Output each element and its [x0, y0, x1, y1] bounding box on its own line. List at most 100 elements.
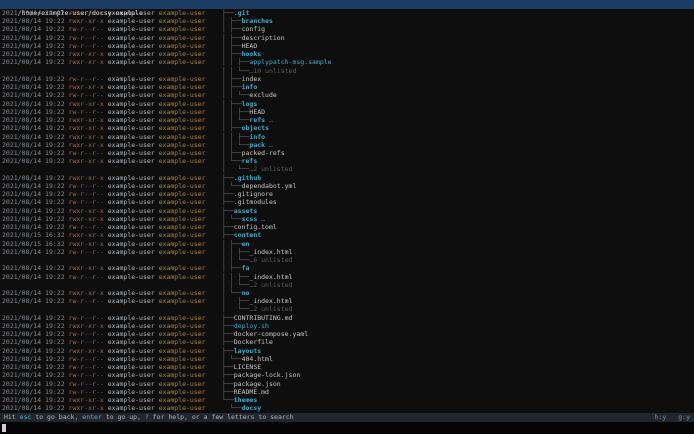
- owner-name: example-user: [107, 354, 159, 363]
- tree-row[interactable]: 2021/08/14 19:22 rwxr-xr-x example-user …: [2, 157, 694, 165]
- tree-row[interactable]: 2021/08/14 19:22 rw-r--r-- example-user …: [2, 380, 694, 388]
- tree-row[interactable]: 2021/08/14 19:22 rw-r--r-- example-user …: [2, 355, 694, 363]
- group-name: example-user: [158, 321, 206, 330]
- tree-row[interactable]: 2021/08/14 19:22 rw-r--r-- example-user …: [2, 314, 694, 322]
- group-name: example-user: [158, 354, 206, 363]
- tree-row[interactable]: 2021/08/14 19:22 rw-r--r-- example-user …: [2, 297, 694, 305]
- tree-row[interactable]: 2021/08/15 16:32 rwxr-xr-x example-user …: [2, 240, 694, 248]
- tree-row[interactable]: 2021/08/14 19:22 rw-r--r-- example-user …: [2, 75, 694, 83]
- file-name: package.json: [233, 379, 281, 388]
- tree-row[interactable]: 2021/08/14 19:22 rw-r--r-- example-user …: [2, 42, 694, 50]
- root-path-bar[interactable]: /home/example-user/docsy-example: [0, 0, 694, 17]
- terminal-window: /home/example-user/docsy-example 2021/08…: [0, 0, 694, 434]
- modified-date: 2021/08/14 19:22: [2, 83, 69, 92]
- tree-row[interactable]: 2021/08/14 19:22 rw-r--r-- example-user …: [2, 182, 694, 190]
- tree-node: │ │ ├──applypatch-msg.sample: [222, 58, 332, 66]
- tree-row[interactable]: 2021/08/14 19:22 rwxr-xr-x example-user …: [2, 124, 694, 132]
- tree-row[interactable]: 2021/08/14 19:22 rw-r--r-- example-user …: [2, 248, 694, 256]
- tree-branch-glyph: │ └──: [222, 354, 242, 363]
- tree-row[interactable]: 2021/08/14 19:22 rwxr-xr-x example-user …: [2, 347, 694, 355]
- tree-row[interactable]: 2021/08/14 19:22 rw-r--r-- example-user …: [2, 371, 694, 379]
- tree-row[interactable]: 2021/08/14 19:22 rw-r--r-- example-user …: [2, 338, 694, 346]
- tree-node: │ └──scss …: [222, 215, 265, 223]
- tree-node: ├──.gitmodules: [222, 198, 277, 206]
- tree-branch-glyph: │ │ └──: [222, 66, 250, 75]
- owner-name: example-user: [107, 173, 159, 182]
- file-meta: 2021/08/14 19:22 rwxr-xr-x example-user …: [2, 404, 222, 412]
- tree-row[interactable]: 2021/08/14 19:22 rwxr-xr-x example-user …: [2, 17, 694, 25]
- tree-node: │ └──dependabot.yml: [222, 182, 296, 190]
- tree-row[interactable]: 2021/08/14 19:22 rw-r--r-- example-user …: [2, 273, 694, 281]
- permissions: rw-r--r--: [69, 330, 104, 338]
- file-name: docker-compose.yaml: [233, 330, 309, 339]
- tree-row[interactable]: 2021/08/14 19:22 rw-r--r-- example-user …: [2, 330, 694, 338]
- owner-name: example-user: [107, 346, 159, 355]
- file-name: dependabot.yml: [241, 181, 297, 190]
- tree-row[interactable]: 2021/08/15 16:32 rwxr-xr-x example-user …: [2, 231, 694, 239]
- tree-branch-glyph: ├──: [222, 231, 234, 240]
- group-name: example-user: [158, 9, 206, 17]
- tree-row[interactable]: 2021/08/14 19:22 rwxr-xr-x example-user …: [2, 9, 694, 17]
- tree-row[interactable]: 2021/08/14 19:22 rw-r--r-- example-user …: [2, 198, 694, 206]
- tree-branch-glyph: │ │ └──: [222, 256, 250, 265]
- tree-row[interactable]: 2021/08/14 19:22 rwxr-xr-x example-user …: [2, 133, 694, 141]
- tree-row[interactable]: 2021/08/14 19:22 rwxr-xr-x example-user …: [2, 215, 694, 223]
- tree-row[interactable]: 2021/08/14 19:22 rwxr-xr-x example-user …: [2, 100, 694, 108]
- tree-row[interactable]: 2021/08/14 19:22 rw-r--r-- example-user …: [2, 388, 694, 396]
- modified-date: 2021/08/14 19:22: [2, 157, 69, 166]
- file-name: packed-refs: [241, 148, 285, 157]
- file-meta: 2021/08/14 19:22 rwxr-xr-x example-user …: [2, 207, 222, 215]
- tree-row[interactable]: 2021/08/14 19:22 rwxr-xr-x example-user …: [2, 289, 694, 297]
- modified-date: 2021/08/14 19:22: [2, 223, 69, 232]
- tree-row[interactable]: 2021/08/14 19:22 rwxr-xr-x example-user …: [2, 264, 694, 272]
- tree-row[interactable]: │ │ └──…2 unlisted: [2, 281, 694, 289]
- group-name: example-user: [158, 223, 206, 232]
- tree-row[interactable]: 2021/08/14 19:22 rw-r--r-- example-user …: [2, 34, 694, 42]
- tree-row[interactable]: 2021/08/14 19:22 rw-r--r-- example-user …: [2, 223, 694, 231]
- tree-row[interactable]: 2021/08/14 19:22 rwxr-xr-x example-user …: [2, 141, 694, 149]
- owner-name: example-user: [107, 379, 159, 388]
- tree-row[interactable]: 2021/08/14 19:22 rwxr-xr-x example-user …: [2, 207, 694, 215]
- tree-row[interactable]: 2021/08/14 19:22 rw-r--r-- example-user …: [2, 190, 694, 198]
- modified-date: 2021/08/14 19:22: [2, 74, 69, 83]
- directory-name: objects: [241, 124, 269, 133]
- group-name: example-user: [158, 140, 206, 149]
- tree-row[interactable]: │ │ └──…6 unlisted: [2, 256, 694, 264]
- search-input[interactable]: [0, 422, 694, 434]
- tree-row[interactable]: │ └──…2 unlisted: [2, 165, 694, 173]
- group-name: example-user: [158, 91, 206, 100]
- group-name: example-user: [158, 313, 206, 322]
- tree-row[interactable]: │ └──…2 unlisted: [2, 305, 694, 313]
- tree-row[interactable]: 2021/08/14 19:22 rw-r--r-- example-user …: [2, 149, 694, 157]
- tree-row[interactable]: 2021/08/14 19:22 rwxr-xr-x example-user …: [2, 50, 694, 58]
- tree-node: │ ├──description: [222, 34, 285, 42]
- tree-row[interactable]: 2021/08/14 19:22 rwxr-xr-x example-user …: [2, 83, 694, 91]
- group-name: example-user: [158, 157, 206, 166]
- tree-row[interactable]: 2021/08/14 19:22 rwxr-xr-x example-user …: [2, 396, 694, 404]
- modified-date: 2021/08/14 19:22: [2, 17, 69, 26]
- tree-row[interactable]: 2021/08/14 19:22 rwxr-xr-x example-user …: [2, 116, 694, 124]
- group-name: example-user: [158, 214, 206, 223]
- tree-branch-glyph: │ ├──: [222, 239, 242, 248]
- tree-row[interactable]: 2021/08/14 19:22 rwxr-xr-x example-user …: [2, 322, 694, 330]
- tree-row[interactable]: 2021/08/14 19:22 rw-r--r-- example-user …: [2, 363, 694, 371]
- permissions: rw-r--r--: [69, 388, 104, 396]
- tree-row[interactable]: 2021/08/14 19:22 rwxr-xr-x example-user …: [2, 404, 694, 412]
- file-meta: 2021/08/14 19:22 rwxr-xr-x example-user …: [2, 264, 222, 272]
- tree-row[interactable]: │ │ └──…10 unlisted: [2, 67, 694, 75]
- group-name: example-user: [158, 25, 206, 34]
- tree-row[interactable]: 2021/08/14 19:22 rw-r--r-- example-user …: [2, 91, 694, 99]
- modified-date: 2021/08/14 19:22: [2, 264, 69, 273]
- tree-row[interactable]: 2021/08/14 19:22 rw-r--r-- example-user …: [2, 25, 694, 33]
- tree-row[interactable]: 2021/08/14 19:22 rwxr-xr-x example-user …: [2, 174, 694, 182]
- file-name: _index.html: [249, 297, 293, 306]
- tree-branch-glyph: │ └──: [222, 165, 250, 174]
- truncation-ellipsis: …: [265, 140, 273, 149]
- group-name: example-user: [158, 198, 206, 207]
- tree-row[interactable]: 2021/08/14 19:22 rw-r--r-- example-user …: [2, 108, 694, 116]
- permissions: rw-r--r--: [69, 198, 104, 206]
- owner-name: example-user: [107, 107, 159, 116]
- tree-row[interactable]: 2021/08/14 19:22 rwxr-xr-x example-user …: [2, 58, 694, 66]
- group-name: example-user: [158, 239, 206, 248]
- permissions: rw-r--r--: [69, 149, 104, 157]
